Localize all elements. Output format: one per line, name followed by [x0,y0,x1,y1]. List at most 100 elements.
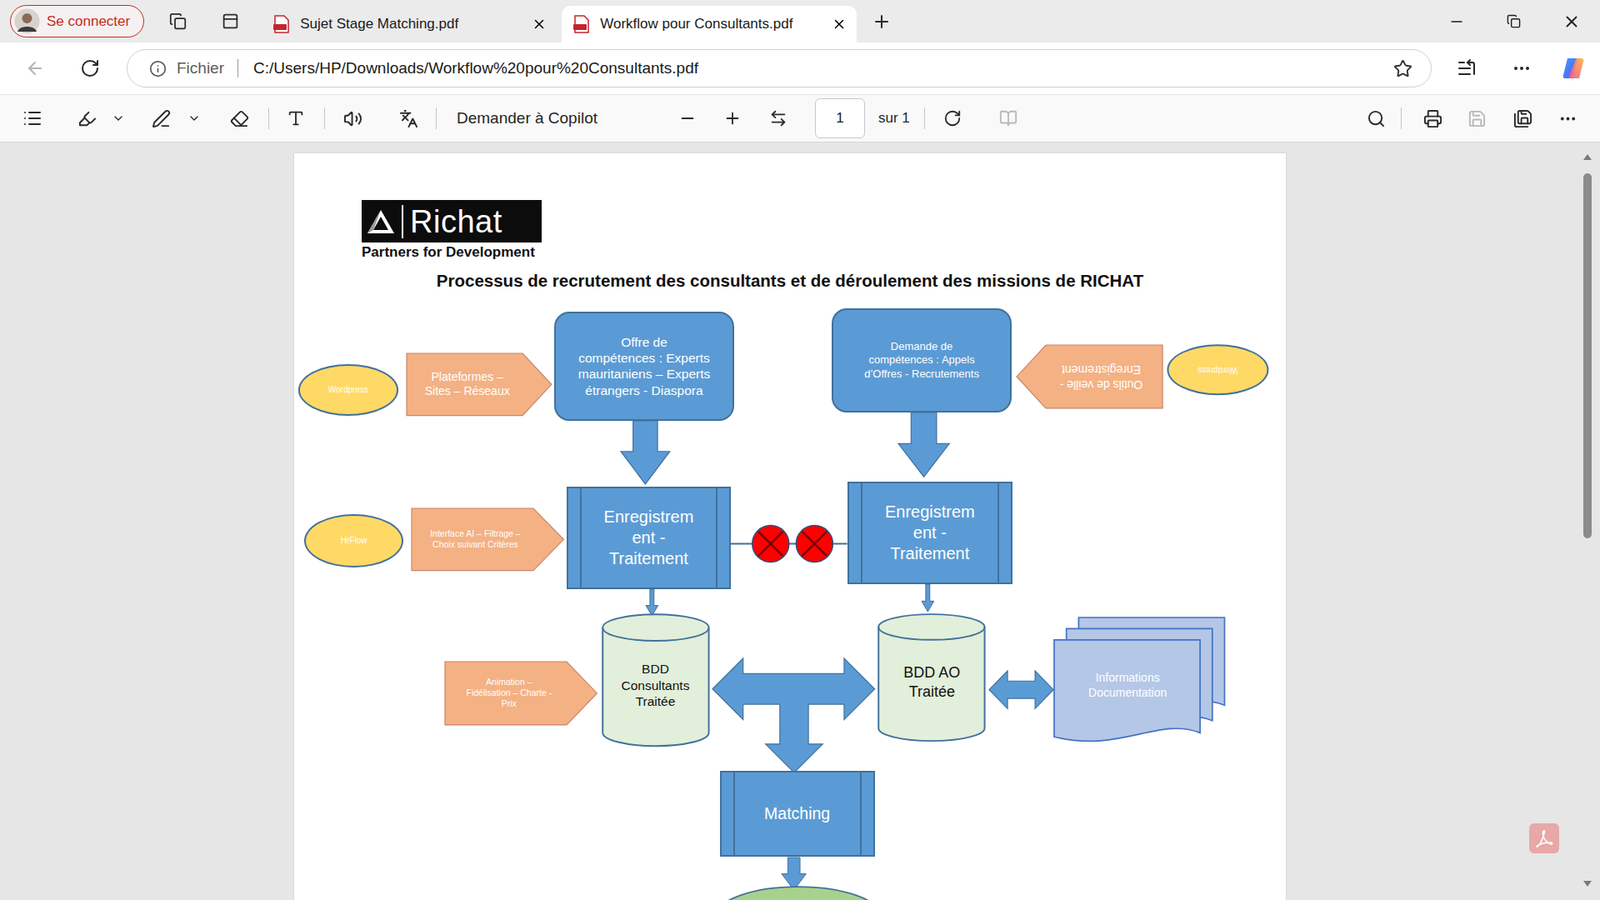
text-line: Traitement [890,543,970,565]
back-button[interactable] [18,51,52,85]
more-options-button[interactable] [1549,101,1586,135]
translate-icon [399,109,419,129]
small-down-arrow-shape [921,584,935,612]
read-aloud-button[interactable] [334,101,371,135]
ask-copilot-button[interactable]: Demander à Copilot [456,109,598,128]
browser-tab[interactable]: Sujet Stage Matching.pdf [261,5,557,43]
filter-arrow: Interface AI – Filtrage –Choix suivant C… [411,508,564,571]
text-line: BDD AO [903,663,960,683]
close-tab-icon[interactable] [531,16,547,32]
tab-label: Workflow pour Consultants.pdf [600,15,822,33]
print-button[interactable] [1414,101,1451,135]
hrflow-callout: HrFlow [304,514,404,568]
animation-arrow: Animation –Fidélisation – Charte -Prix [445,661,597,725]
fit-width-button[interactable] [760,101,797,135]
minus-icon [678,109,697,128]
close-window-button[interactable] [1542,0,1600,43]
new-tab-button[interactable] [863,5,900,39]
save-as-button[interactable] [1504,101,1541,135]
pdf-file-icon [273,15,290,34]
text-line: Prix [501,698,517,710]
rotate-button[interactable] [934,101,971,135]
info-icon[interactable] [149,60,167,78]
text-line: compétences : Experts [578,350,710,366]
wordpress-callout: Wordpress [298,364,399,415]
text-line: Enregistrement [1061,362,1141,378]
text-line: BDD [641,660,670,677]
highlight-options-button[interactable] [110,101,127,135]
toolbar-separator [324,107,325,130]
more-icon [1511,58,1532,79]
minimize-icon [1448,13,1465,30]
plus-icon [723,109,742,128]
small-down-arrow [645,589,659,616]
text-line: étrangers - Diaspora [585,382,703,399]
close-icon [1562,12,1581,31]
text-line: mauritaniens – Experts [578,365,711,382]
text-line: Sites – Réseaux [425,384,510,400]
more-icon [1558,109,1578,129]
draw-options-button[interactable] [185,101,203,135]
list-icon [22,108,43,129]
scroll-thumb[interactable] [1583,173,1592,539]
text-line: Enregistrem [604,506,695,528]
url-text[interactable]: C:/Users/HP/Downloads/Workflow%20pour%20… [253,59,1394,78]
arrow-tag-shape [1016,345,1163,409]
vertical-scrollbar[interactable] [1580,142,1595,900]
text-line: HrFlow [340,535,368,547]
down-arrow [781,857,806,890]
refresh-icon [80,58,100,79]
translate-button[interactable] [390,101,427,135]
text-line: Traitée [635,693,676,710]
down-arrow-shape [898,412,950,477]
logo-tagline: Partners for Development [361,244,535,261]
favorite-star-icon[interactable] [1393,59,1413,79]
more-button[interactable] [1505,51,1539,85]
refresh-button[interactable] [73,51,107,85]
text-line: Fidélisation – Charte - [465,687,552,699]
text-line: Animation – [485,676,532,688]
scroll-down-icon[interactable] [1583,880,1592,887]
browser-tab[interactable]: Workflow pour Consultants.pdf [561,5,857,43]
close-tab-icon[interactable] [831,16,847,32]
favorites-button[interactable] [1450,51,1484,85]
text-line: d’Offres - Recrutements [864,367,980,381]
save-button[interactable] [1458,101,1495,135]
text-line: Documentation [1088,685,1167,701]
toolbar-separator [268,107,270,130]
toolbar-separator [435,107,437,130]
text-button[interactable] [277,101,315,135]
workspaces-button[interactable] [159,5,196,39]
search-button[interactable] [1357,101,1395,135]
pdf-toolbar: Demander à Copilot1sur 1 [0,94,1600,143]
page-view-button[interactable] [990,101,1027,135]
scroll-up-icon[interactable] [1583,154,1592,160]
erase-button[interactable] [220,101,258,135]
read-aloud-icon [343,109,363,129]
contents-button[interactable] [14,101,51,135]
pdf-viewer: RichatPartners for DevelopmentProcessus … [0,142,1600,900]
zoom-out-button[interactable] [669,101,706,135]
draw-button[interactable] [142,101,180,135]
restore-button[interactable] [1485,0,1543,43]
tab-actions-button[interactable] [211,5,249,39]
chevron-down-icon [111,111,125,125]
documentation-stack: InformationsDocumentation [1054,617,1225,744]
address-bar[interactable]: FichierC:/Users/HP/Downloads/Workflow%20… [126,49,1432,88]
text-line: ent - [913,522,947,544]
highlight-button[interactable] [68,101,105,135]
toolbar-right-group [1357,101,1586,135]
profile-button[interactable]: Se connecter [10,5,145,38]
avatar-icon [14,8,40,35]
favorites-icon [1456,58,1477,79]
zoom-in-button[interactable] [714,101,751,135]
minimize-button[interactable] [1427,0,1485,43]
copilot-button[interactable] [1556,51,1590,85]
acrobat-button[interactable] [1529,823,1560,854]
double-arrow [989,670,1054,709]
logo-name: Richat [410,205,503,238]
page-number-input[interactable]: 1 [815,98,865,139]
text-line: Enregistrem [885,501,975,523]
text-line: ent - [631,527,665,549]
tab-strip: Se connecter Sujet Stage Matching.pdf Work… [0,0,1600,43]
